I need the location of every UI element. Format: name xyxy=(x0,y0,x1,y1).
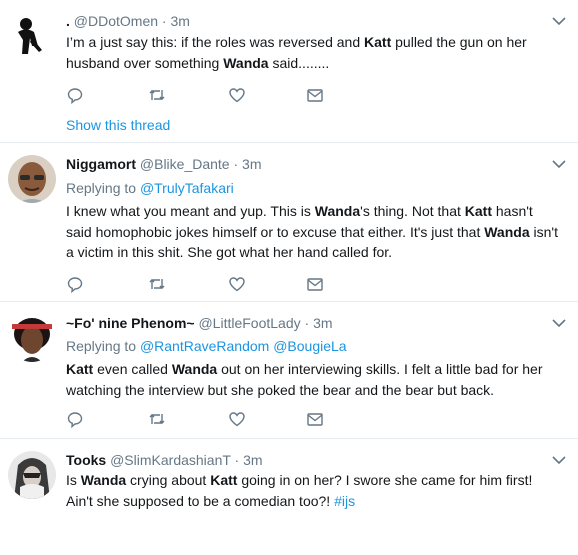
highlighted-keyword: Wanda xyxy=(171,361,218,377)
avatar[interactable] xyxy=(8,10,56,58)
message-icon[interactable] xyxy=(306,410,324,428)
tweet-actions xyxy=(66,86,336,104)
separator: · xyxy=(161,13,167,29)
chevron-down-icon[interactable] xyxy=(550,451,568,469)
highlighted-keyword: Katt xyxy=(210,472,238,488)
tweet-text-segment: I knew what you meant and yup. This is xyxy=(66,203,315,219)
tweet-text-segment: I’m a just say this: if the roles was re… xyxy=(66,34,365,50)
reply-icon[interactable] xyxy=(66,275,84,293)
woman-avatar-icon xyxy=(8,314,56,362)
timestamp[interactable]: 3m xyxy=(243,452,262,468)
user-handle[interactable]: @SlimKardashianT xyxy=(110,452,231,468)
tweet-text-segment: even called xyxy=(93,361,172,377)
replying-to: Replying to @RantRaveRandom @BougieLa xyxy=(66,337,347,355)
highlighted-keyword: Katt xyxy=(364,34,392,50)
avatar[interactable] xyxy=(8,451,56,499)
user-handle[interactable]: @LittleFootLady xyxy=(198,315,300,331)
avatar[interactable] xyxy=(8,155,56,203)
tweet-actions xyxy=(66,275,336,293)
display-name[interactable]: . xyxy=(66,13,70,29)
tweet-text: I knew what you meant and yup. This is W… xyxy=(66,201,561,263)
timestamp[interactable]: 3m xyxy=(313,315,332,331)
chevron-down-icon[interactable] xyxy=(550,12,568,30)
like-icon[interactable] xyxy=(228,275,246,293)
retweet-icon[interactable] xyxy=(148,410,166,428)
hooded-avatar-icon xyxy=(8,451,56,499)
highlighted-keyword: Katt xyxy=(464,203,492,219)
tweet[interactable]: ~Fo' nine Phenom~ @LittleFootLady · 3m R… xyxy=(0,302,578,439)
tweet[interactable]: Tooks @SlimKardashianT · 3m Is Wanda cry… xyxy=(0,439,578,555)
timestamp[interactable]: 3m xyxy=(242,156,261,172)
replying-to: Replying to @TrulyTafakari xyxy=(66,179,234,197)
tweet-text-segment: 's thing. Not that xyxy=(360,203,465,219)
tweet[interactable]: Niggamort @Blike_Dante · 3m Replying to … xyxy=(0,143,578,302)
replying-to-label: Replying to xyxy=(66,338,137,354)
chevron-down-icon[interactable] xyxy=(550,314,568,332)
highlighted-keyword: Wanda xyxy=(223,54,269,71)
tweet-text-segment: said........ xyxy=(268,54,330,71)
chevron-down-icon[interactable] xyxy=(550,155,568,173)
like-icon[interactable] xyxy=(228,86,246,104)
user-handle[interactable]: @Blike_Dante xyxy=(140,156,230,172)
tweet-feed: . @DDotOmen · 3m I’m a just say this: if… xyxy=(0,0,578,555)
user-handle[interactable]: @DDotOmen xyxy=(74,13,158,29)
tweet-text-segment: Is xyxy=(66,472,81,488)
tweet-header: Niggamort @Blike_Dante · 3m xyxy=(66,155,262,173)
tweet-actions xyxy=(66,410,336,428)
hashtag-link[interactable]: #ijs xyxy=(334,493,355,509)
avatar[interactable] xyxy=(8,314,56,362)
tweet-header: ~Fo' nine Phenom~ @LittleFootLady · 3m xyxy=(66,314,333,332)
reply-mention[interactable]: @RantRaveRandom xyxy=(140,338,269,354)
display-name[interactable]: Tooks xyxy=(66,452,106,468)
timestamp[interactable]: 3m xyxy=(170,13,189,29)
reply-mention[interactable]: @TrulyTafakari xyxy=(140,180,234,196)
show-thread-link[interactable]: Show this thread xyxy=(66,116,170,134)
message-icon[interactable] xyxy=(306,275,324,293)
tweet[interactable]: . @DDotOmen · 3m I’m a just say this: if… xyxy=(0,0,578,143)
replying-to-label: Replying to xyxy=(66,180,137,196)
like-icon[interactable] xyxy=(228,410,246,428)
reply-icon[interactable] xyxy=(66,86,84,104)
tweet-header: . @DDotOmen · 3m xyxy=(66,12,190,30)
highlighted-keyword: Wanda xyxy=(314,203,361,219)
display-name[interactable]: ~Fo' nine Phenom~ xyxy=(66,315,195,331)
silhouette-avatar-icon xyxy=(8,10,56,58)
tweet-text: I’m a just say this: if the roles was re… xyxy=(66,32,561,73)
retweet-icon[interactable] xyxy=(148,275,166,293)
display-name[interactable]: Niggamort xyxy=(66,156,136,172)
separator: · xyxy=(233,156,239,172)
separator: · xyxy=(234,452,240,468)
retweet-icon[interactable] xyxy=(148,86,166,104)
separator: · xyxy=(304,315,310,331)
tweet-text-segment: crying about xyxy=(126,472,211,488)
tweet-text: Is Wanda crying about Katt going in on h… xyxy=(66,470,561,511)
reply-icon[interactable] xyxy=(66,410,84,428)
reply-mention[interactable]: @BougieLa xyxy=(273,338,346,354)
tweet-header: Tooks @SlimKardashianT · 3m xyxy=(66,451,263,469)
man-avatar-icon xyxy=(8,155,56,203)
message-icon[interactable] xyxy=(306,86,324,104)
highlighted-keyword: Wanda xyxy=(484,223,530,240)
highlighted-keyword: Katt xyxy=(66,361,94,377)
tweet-text: Katt even called Wanda out on her interv… xyxy=(66,359,561,400)
highlighted-keyword: Wanda xyxy=(80,472,127,488)
